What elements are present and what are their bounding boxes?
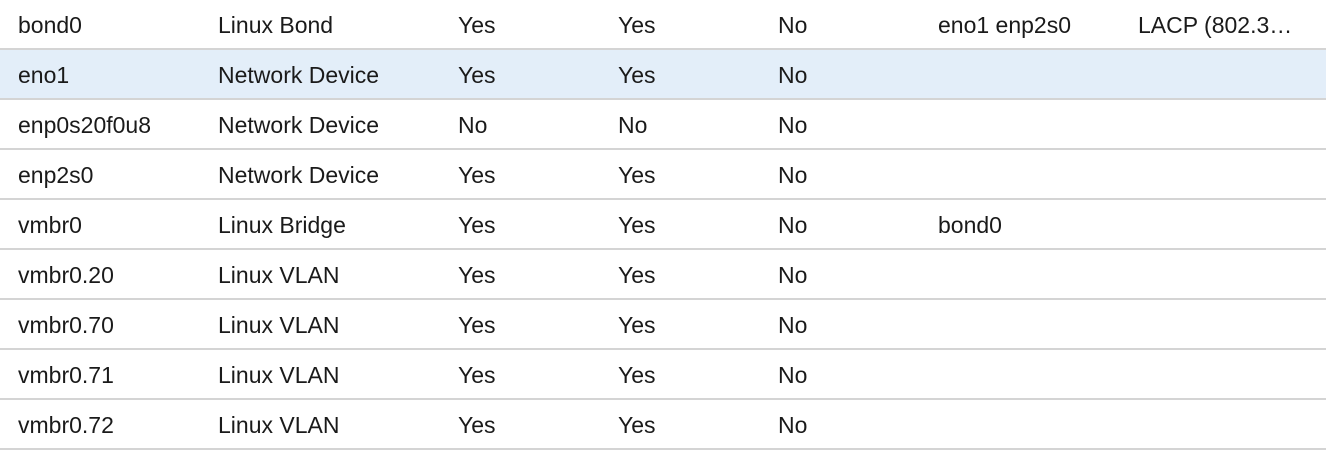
cell-ports-slaves — [938, 300, 1123, 348]
cell-autostart: Yes — [618, 312, 656, 338]
cell-name: vmbr0.72 — [18, 412, 114, 438]
cell-autostart: Yes — [618, 12, 656, 38]
cell-vlan-aware: No — [778, 362, 808, 388]
cell-vlan-aware: No — [778, 312, 808, 338]
cell-autostart: Yes — [618, 62, 656, 88]
cell-ports-slaves — [938, 400, 1123, 448]
cell-vlan-aware: No — [778, 112, 808, 138]
cell-active: Yes — [458, 262, 496, 288]
table-row[interactable]: vmbr0.70 Linux VLAN Yes Yes No — [0, 300, 1326, 350]
cell-bond-mode — [1138, 200, 1298, 248]
cell-ports-slaves — [938, 150, 1123, 198]
cell-autostart: Yes — [618, 162, 656, 188]
table-row[interactable]: enp2s0 Network Device Yes Yes No — [0, 150, 1326, 200]
table-row[interactable]: vmbr0.71 Linux VLAN Yes Yes No — [0, 350, 1326, 400]
cell-type: Network Device — [218, 112, 380, 138]
cell-autostart: No — [618, 112, 648, 138]
cell-active: Yes — [458, 62, 496, 88]
cell-ports-slaves — [938, 100, 1123, 148]
cell-vlan-aware: No — [778, 262, 808, 288]
cell-name: vmbr0.71 — [18, 362, 114, 388]
cell-ports-slaves: bond0 — [938, 212, 1002, 238]
cell-autostart: Yes — [618, 212, 656, 238]
cell-name: eno1 — [18, 62, 70, 88]
table-row[interactable]: bond0 Linux Bond Yes Yes No eno1 enp2s0 … — [0, 0, 1326, 50]
cell-type: Linux Bridge — [218, 212, 346, 238]
cell-autostart: Yes — [618, 362, 656, 388]
cell-active: No — [458, 112, 488, 138]
cell-bond-mode — [1138, 150, 1298, 198]
cell-type: Linux VLAN — [218, 312, 340, 338]
cell-type: Network Device — [218, 162, 380, 188]
table-row[interactable]: enp0s20f0u8 Network Device No No No — [0, 100, 1326, 150]
cell-active: Yes — [458, 412, 496, 438]
cell-bond-mode — [1138, 100, 1298, 148]
cell-ports-slaves — [938, 350, 1123, 398]
cell-active: Yes — [458, 312, 496, 338]
cell-active: Yes — [458, 362, 496, 388]
table-row-selected[interactable]: eno1 Network Device Yes Yes No — [0, 50, 1326, 100]
cell-bond-mode — [1138, 400, 1298, 448]
cell-type: Linux VLAN — [218, 262, 340, 288]
cell-active: Yes — [458, 212, 496, 238]
cell-bond-mode — [1138, 50, 1298, 98]
cell-type: Linux VLAN — [218, 412, 340, 438]
cell-vlan-aware: No — [778, 62, 808, 88]
cell-vlan-aware: No — [778, 162, 808, 188]
cell-autostart: Yes — [618, 412, 656, 438]
cell-type: Linux Bond — [218, 12, 334, 38]
cell-bond-mode: LACP (802.3ad) — [1138, 12, 1298, 38]
cell-name: enp2s0 — [18, 162, 94, 188]
table-row[interactable]: vmbr0 Linux Bridge Yes Yes No bond0 — [0, 200, 1326, 250]
cell-name: vmbr0 — [18, 212, 82, 238]
cell-ports-slaves — [938, 50, 1123, 98]
cell-type: Network Device — [218, 62, 380, 88]
cell-type: Linux VLAN — [218, 362, 340, 388]
cell-name: enp0s20f0u8 — [18, 112, 152, 138]
cell-name: bond0 — [18, 12, 82, 38]
table-row[interactable]: vmbr0.72 Linux VLAN Yes Yes No — [0, 400, 1326, 450]
cell-name: vmbr0.20 — [18, 262, 114, 288]
cell-bond-mode — [1138, 250, 1298, 298]
table-row[interactable]: vmbr0.20 Linux VLAN Yes Yes No — [0, 250, 1326, 300]
cell-ports-slaves: eno1 enp2s0 — [938, 12, 1072, 38]
cell-ports-slaves — [938, 250, 1123, 298]
cell-vlan-aware: No — [778, 12, 808, 38]
cell-active: Yes — [458, 12, 496, 38]
cell-bond-mode — [1138, 350, 1298, 398]
cell-vlan-aware: No — [778, 412, 808, 438]
cell-vlan-aware: No — [778, 212, 808, 238]
cell-active: Yes — [458, 162, 496, 188]
network-interfaces-grid: bond0 Linux Bond Yes Yes No eno1 enp2s0 … — [0, 0, 1326, 450]
cell-bond-mode — [1138, 300, 1298, 348]
cell-autostart: Yes — [618, 262, 656, 288]
cell-name: vmbr0.70 — [18, 312, 114, 338]
